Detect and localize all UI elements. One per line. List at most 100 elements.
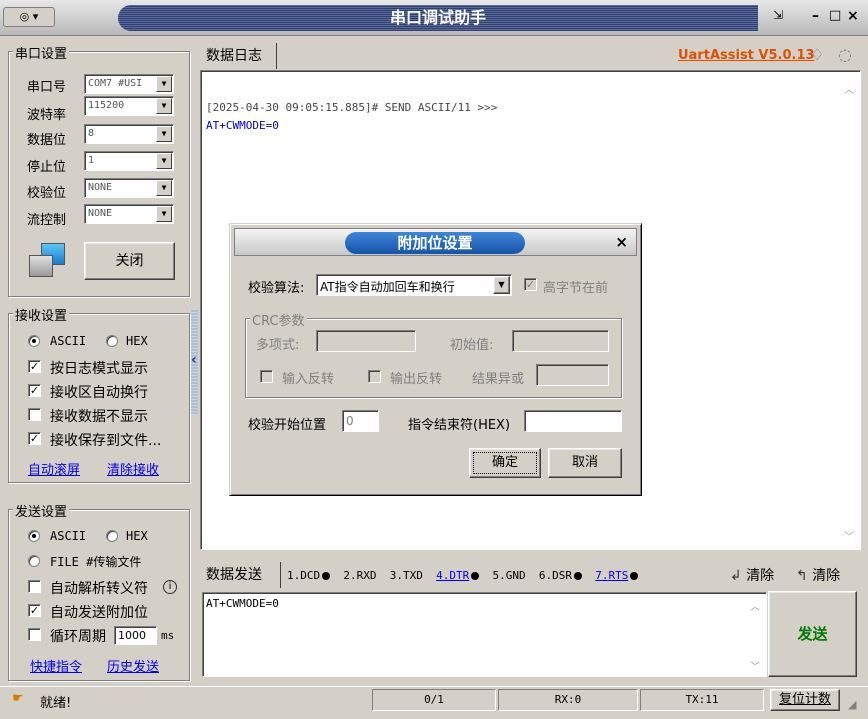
receive-hex-label: HEX	[126, 334, 148, 348]
chevron-down-icon: ▾	[32, 10, 39, 23]
receive-ascii-radio[interactable]	[28, 335, 40, 347]
poly-input[interactable]	[316, 330, 416, 352]
pin-rxd: 2.RXD	[343, 569, 377, 582]
scroll-down-icon[interactable]: ﹀	[844, 528, 854, 543]
baud-select[interactable]: 115200 ▼	[84, 96, 174, 116]
chevron-down-icon: ▼	[156, 153, 172, 169]
send-hex-label: HEX	[126, 529, 148, 543]
chevron-down-icon: ▼	[156, 126, 172, 142]
send-button[interactable]: 发送	[768, 591, 857, 677]
status-tx: TX:11	[640, 689, 764, 711]
end-char-input[interactable]	[524, 410, 622, 432]
send-file-radio[interactable]	[28, 555, 40, 567]
output-reverse-checkbox[interactable]	[368, 370, 381, 383]
clear-receive-link[interactable]: 清除接收	[107, 459, 159, 478]
pin-rts[interactable]: 7.RTS	[595, 569, 639, 582]
shortcuts-link[interactable]: 快捷指令	[30, 656, 82, 675]
cycle-checkbox[interactable]	[28, 628, 41, 641]
receive-group-title: 接收设置	[13, 305, 70, 324]
window-title: 串口调试助手	[389, 8, 486, 27]
high-byte-first-checkbox[interactable]: ✓	[524, 278, 537, 291]
save-to-file-checkbox[interactable]: ✓	[28, 432, 41, 445]
parse-escape-checkbox[interactable]	[28, 580, 41, 593]
cancel-button[interactable]: 取消	[548, 448, 622, 478]
auto-append-checkbox[interactable]: ✓	[28, 604, 41, 617]
crc-group-title: CRC参数	[250, 310, 307, 329]
send-ascii-radio[interactable]	[28, 530, 40, 542]
port-status-icon	[27, 243, 67, 281]
dialog-close-button[interactable]: ×	[615, 233, 628, 251]
dialog-title: 附加位设置	[397, 234, 473, 252]
auto-wrap-label: 接收区自动换行	[50, 385, 148, 401]
cycle-input[interactable]: 1000	[114, 626, 157, 645]
maximize-button[interactable]: □	[829, 8, 843, 26]
led-icon	[322, 572, 331, 580]
databits-select[interactable]: 8 ▼	[84, 124, 174, 144]
input-reverse-checkbox[interactable]	[260, 370, 273, 383]
led-icon	[574, 572, 582, 580]
send-tab[interactable]: 数据发送	[203, 562, 281, 588]
send-group-title: 发送设置	[13, 501, 70, 520]
clear-send-button[interactable]: ↲ 清除	[730, 565, 774, 585]
maximize-icon: □	[829, 8, 842, 23]
scroll-down-icon[interactable]: ﹀	[750, 658, 760, 673]
scroll-up-icon[interactable]: ︿	[750, 598, 760, 613]
status-ready: 就绪!	[40, 696, 72, 711]
close-port-button[interactable]: 关闭	[84, 242, 175, 280]
diamond-icon[interactable]: ♢	[810, 45, 824, 64]
scroll-up-icon[interactable]: ︿	[844, 81, 854, 96]
xor-input[interactable]	[536, 364, 609, 386]
pin-txd: 3.TXD	[389, 569, 423, 582]
collapse-left-icon[interactable]: ‹	[191, 352, 197, 368]
receive-hex-radio[interactable]	[106, 335, 118, 347]
pin-gnd: 5.GND	[492, 569, 526, 582]
algo-select[interactable]: AT指令自动加回车和换行 ▼	[316, 274, 512, 296]
dialog-title-pill: 附加位设置	[345, 232, 525, 254]
info-icon[interactable]: i	[163, 580, 177, 594]
ready-icon: ☛	[12, 691, 24, 706]
log-mode-checkbox[interactable]: ✓	[28, 360, 41, 373]
minimize-icon: –	[812, 8, 819, 24]
log-tab[interactable]: 数据日志	[201, 43, 277, 69]
flow-select[interactable]: NONE ▼	[84, 204, 174, 224]
app-menu-button[interactable]: ◎ ▾	[3, 7, 55, 27]
clear-all-button[interactable]: ↰ 清除	[796, 565, 840, 585]
led-icon	[630, 572, 639, 580]
version-link[interactable]: UartAssist V5.0.13	[678, 48, 815, 63]
minimize-button[interactable]: –	[812, 8, 826, 26]
reset-count-button[interactable]: 复位计数	[770, 689, 840, 711]
cycle-label: 循环周期	[50, 629, 106, 645]
pin-icon: ⇲	[772, 8, 784, 22]
clear-up-icon: ↰	[796, 568, 808, 584]
pin-dsr: 6.DSR	[539, 569, 582, 582]
port-select[interactable]: COM7 #USI ▼	[84, 74, 174, 94]
port-label: 串口号	[27, 80, 67, 95]
pin-dcd: 1.DCD	[287, 569, 331, 582]
save-to-file-label: 接收保存到文件...	[50, 433, 162, 449]
auto-wrap-checkbox[interactable]: ✓	[28, 384, 41, 397]
ok-button[interactable]: 确定	[469, 448, 541, 478]
hide-recv-label: 接收数据不显示	[50, 409, 148, 425]
flow-label: 流控制	[27, 213, 67, 228]
log-mode-label: 按日志模式显示	[50, 361, 148, 377]
send-file-label: FILE #传输文件	[50, 555, 142, 569]
send-input[interactable]: AT+CWMODE=0 ︿ ﹀	[202, 592, 767, 677]
log-line-data: AT+CWMODE=0	[206, 119, 279, 132]
auto-scroll-link[interactable]: 自动滚屏	[28, 459, 80, 478]
start-pos-input[interactable]: 0	[342, 410, 379, 432]
send-hex-radio[interactable]	[106, 530, 118, 542]
stopbits-select[interactable]: 1 ▼	[84, 151, 174, 171]
pin-dtr[interactable]: 4.DTR	[436, 569, 480, 582]
resize-grip-icon[interactable]: ◢	[848, 698, 856, 711]
poly-label: 多项式:	[256, 338, 300, 353]
parity-label: 校验位	[27, 186, 67, 201]
hide-recv-checkbox[interactable]	[28, 408, 41, 421]
history-link[interactable]: 历史发送	[107, 656, 159, 675]
init-input[interactable]	[512, 330, 609, 352]
parity-select[interactable]: NONE ▼	[84, 178, 174, 198]
notify-icon[interactable]: ◌	[838, 45, 852, 64]
chevron-down-icon: ▼	[156, 98, 172, 114]
chevron-down-icon: ▼	[156, 206, 172, 222]
close-window-button[interactable]: ×	[847, 8, 863, 26]
pin-button[interactable]: ⇲	[764, 8, 792, 26]
